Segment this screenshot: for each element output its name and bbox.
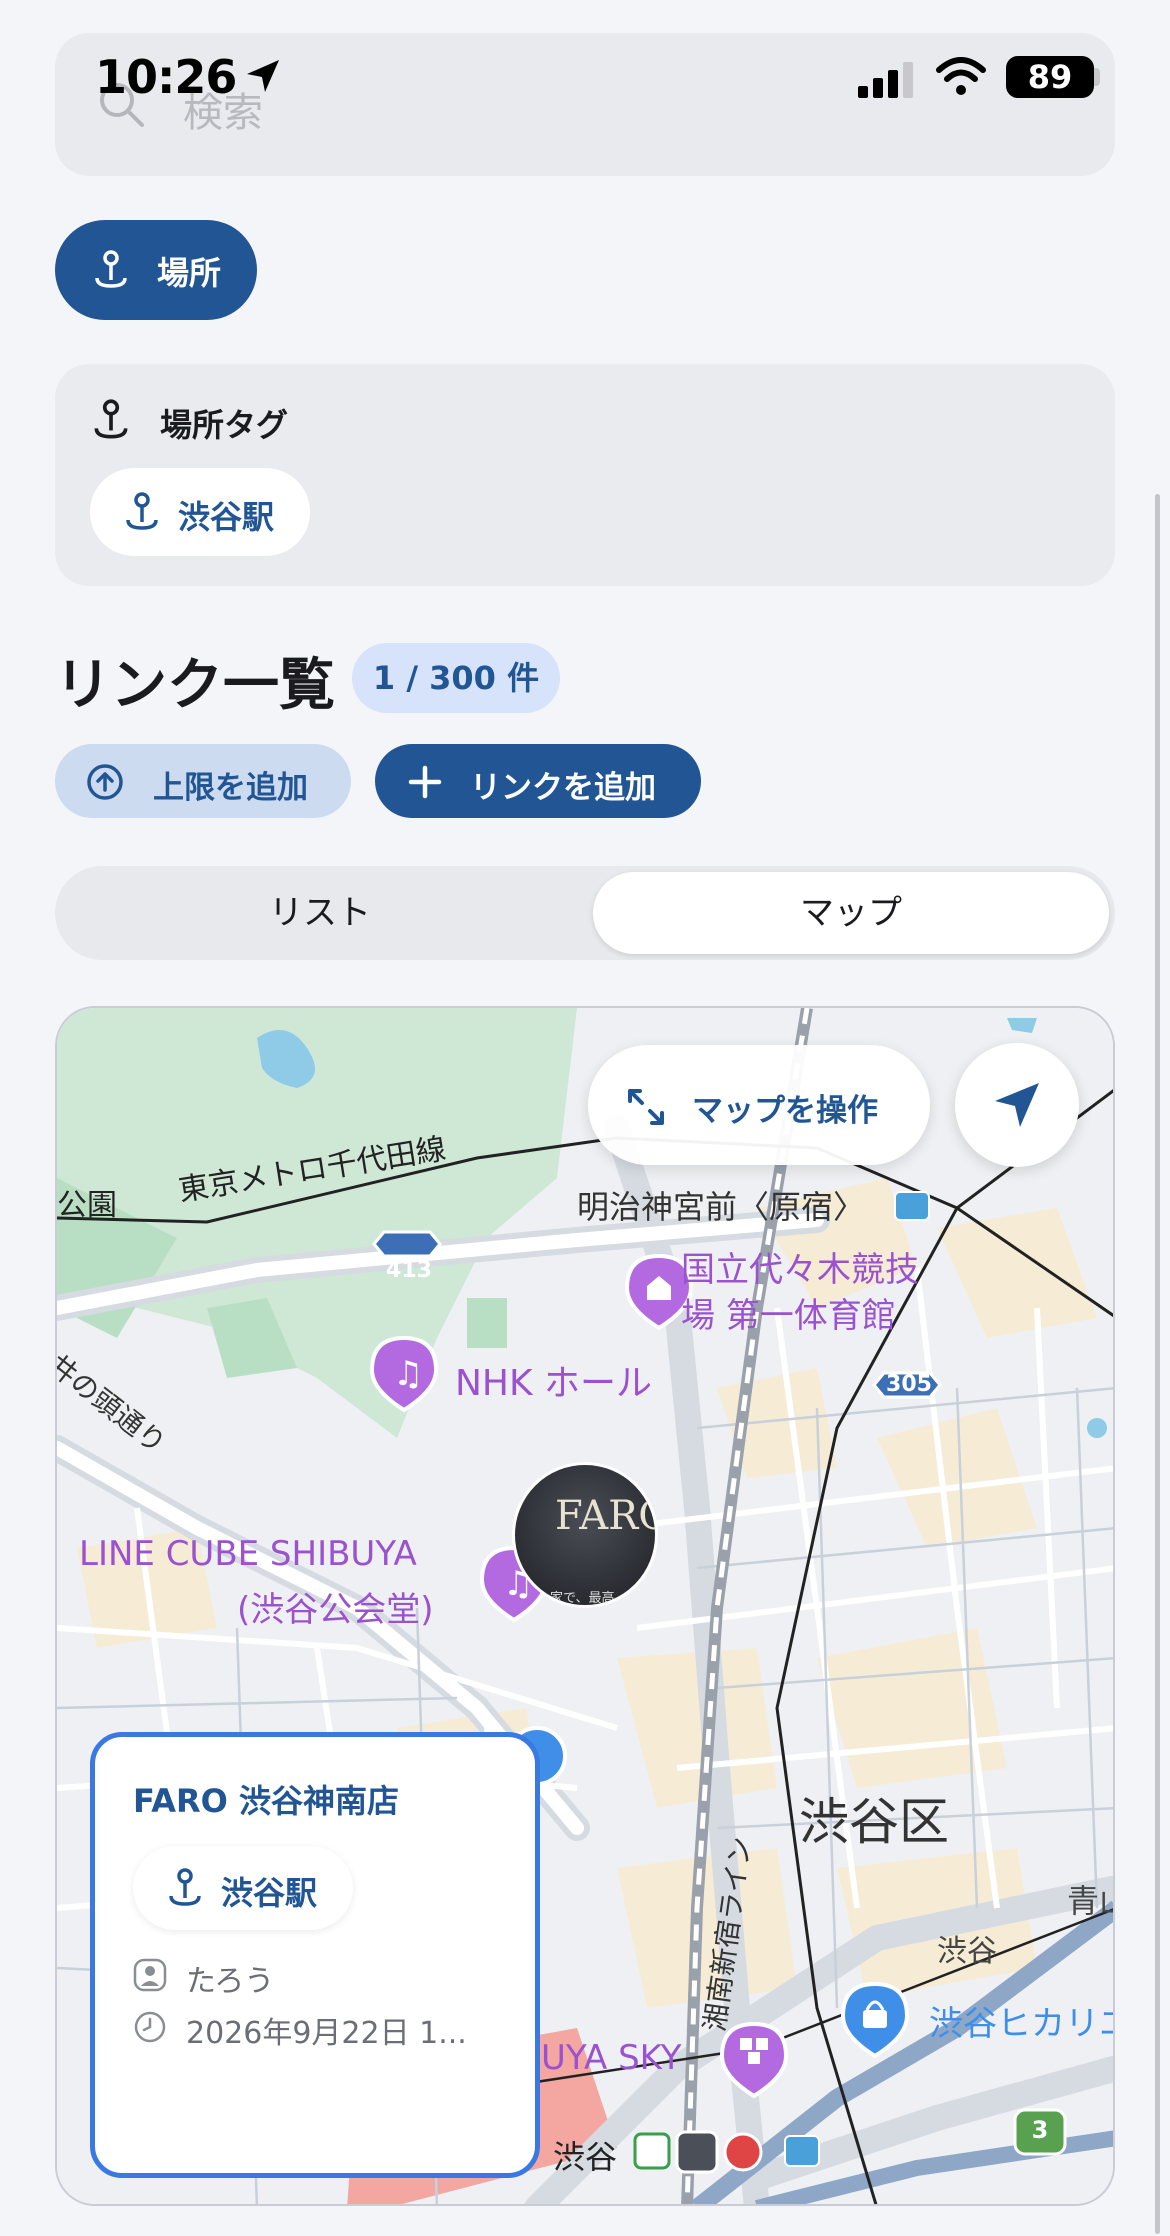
expand-icon — [628, 1089, 664, 1125]
map-label-shibuya-sky: UYA SKY — [541, 2038, 682, 2078]
user-icon — [133, 1958, 167, 1992]
location-arrow-icon — [995, 1083, 1039, 1127]
map-label-hikarie: 渋谷ヒカリエ — [929, 2004, 1115, 2044]
map-label-meiji-station: 明治神宮前〈原宿〉 — [577, 1188, 866, 1226]
location-tags-title: 場所タグ — [160, 406, 289, 444]
add-link-label: リンクを追加 — [470, 770, 656, 806]
pin-icon — [94, 399, 128, 439]
map-label-route-305: 305 — [886, 1372, 932, 1397]
pin-icon — [126, 492, 158, 530]
scrollbar[interactable] — [1155, 494, 1160, 2234]
map-label-shibuya-station: 渋谷 — [553, 2138, 618, 2176]
battery-indicator: 89 — [1006, 56, 1094, 98]
map-label-line-cube-1: LINE CUBE SHIBUYA — [79, 1534, 417, 1574]
plus-icon — [408, 765, 442, 799]
map-label-gymnasium-1: 国立代々木競技 — [681, 1250, 919, 1290]
link-info-date: 2026年9月22日 1... — [186, 2016, 467, 2051]
operate-map-button[interactable]: マップを操作 — [588, 1045, 930, 1165]
arrow-up-circle-icon — [87, 764, 123, 800]
map-label-aoyama: 青山 — [1067, 1882, 1113, 1920]
battery-tip — [1094, 68, 1100, 86]
pin-icon — [169, 1868, 201, 1906]
status-time: 10:26 — [95, 50, 237, 104]
current-location-button[interactable] — [955, 1043, 1079, 1167]
map-label-park: 公園 — [57, 1188, 117, 1223]
add-link-button[interactable]: リンクを追加 — [375, 744, 701, 818]
link-info-title: FARO 渋谷神南店 — [133, 1782, 399, 1820]
clock-icon — [134, 2011, 166, 2043]
location-tag-label: 渋谷駅 — [178, 498, 275, 536]
photo-marker-caption: れ家で、最高 — [537, 1591, 615, 1606]
segment-map[interactable]: マップ — [593, 872, 1109, 954]
map-label-nhk-hall: NHK ホール — [455, 1363, 653, 1404]
svg-text:♫: ♫ — [393, 1354, 423, 1394]
add-limit-label: 上限を追加 — [153, 770, 308, 806]
link-info-tag[interactable]: 渋谷駅 — [133, 1846, 353, 1930]
pin-icon — [95, 250, 127, 288]
segment-list[interactable]: リスト — [55, 866, 585, 960]
wifi-icon — [936, 57, 986, 95]
link-count-badge: 1 / 300 件 — [352, 643, 560, 713]
photo-marker-text: FARO — [555, 1493, 655, 1539]
metro-icon — [894, 1191, 930, 1221]
route-413-shield — [372, 1230, 442, 1258]
map-label-route-413: 413 — [386, 1258, 432, 1283]
link-info-tag-label: 渋谷駅 — [221, 1874, 318, 1912]
location-filter-chip[interactable]: 場所 — [55, 220, 257, 320]
location-chip-label: 場所 — [157, 254, 222, 292]
map-label-shibuya-small: 渋谷 — [937, 1934, 997, 1969]
map-label-line-cube-2: (渋谷公会堂) — [237, 1590, 434, 1630]
links-title: リンク一覧 — [55, 653, 335, 718]
location-arrow-icon — [247, 60, 279, 92]
operate-map-label: マップを操作 — [692, 1093, 878, 1129]
link-info-user: たろう — [186, 1964, 275, 1999]
faro-photo-marker[interactable]: FARO れ家で、最高 — [512, 1462, 658, 1608]
map-label-gymnasium-2: 場 第一体育館 — [681, 1296, 896, 1336]
signal-icon — [858, 62, 913, 98]
location-tag-shibuya[interactable]: 渋谷駅 — [90, 468, 310, 556]
add-limit-button[interactable]: 上限を追加 — [55, 744, 351, 818]
map-label-route-3: 3 — [1031, 2116, 1049, 2144]
map-label-shibuya-ku: 渋谷区 — [799, 1793, 949, 1851]
